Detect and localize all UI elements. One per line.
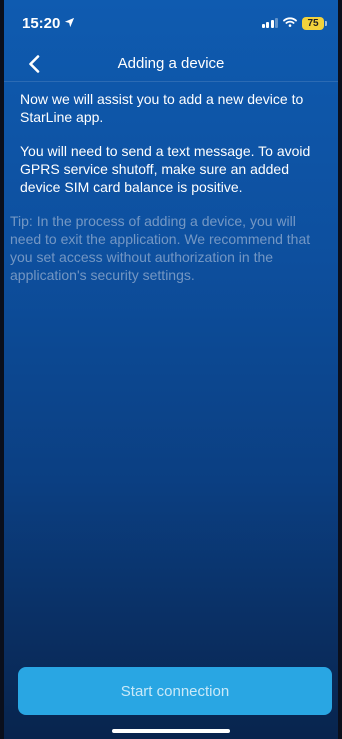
cellular-signal-icon: [261, 18, 278, 28]
device-frame-right: [338, 0, 342, 739]
navigation-bar: Adding a device: [4, 46, 338, 82]
status-bar: 15:20 75: [4, 0, 338, 46]
status-icons: 75: [261, 14, 327, 32]
start-connection-button[interactable]: Start connection: [18, 667, 332, 715]
status-time-group: 15:20: [22, 15, 75, 32]
app-screen: 15:20 75 Adding a device Now we will ass…: [0, 0, 342, 739]
wifi-icon: [283, 14, 297, 32]
chevron-left-icon: [29, 55, 40, 73]
instructions-content: Now we will assist you to add a new devi…: [4, 90, 338, 284]
page-title: Adding a device: [117, 55, 225, 72]
sms-warning-text: You will need to send a text message. To…: [20, 143, 311, 195]
status-time: 15:20: [22, 14, 61, 32]
back-button[interactable]: [22, 52, 46, 76]
home-indicator[interactable]: [112, 729, 230, 733]
intro-text: Now we will assist you to add a new devi…: [20, 91, 304, 125]
tip-text: Tip: In the process of adding a device, …: [10, 213, 311, 283]
battery-icon: 75: [302, 16, 327, 30]
location-arrow-icon: [64, 15, 75, 32]
